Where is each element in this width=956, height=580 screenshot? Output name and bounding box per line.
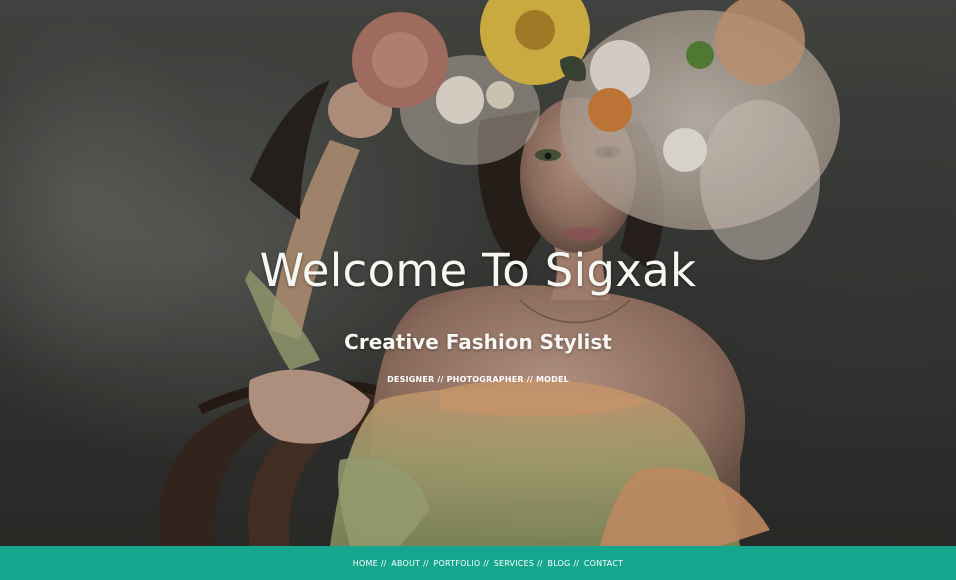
nav-separator: //	[423, 558, 429, 568]
nav-link-contact[interactable]: CONTACT	[584, 559, 623, 568]
nav-link-blog[interactable]: BLOG	[548, 559, 571, 568]
nav-item-services: SERVICES //	[494, 559, 548, 568]
nav-link-services[interactable]: SERVICES	[494, 559, 534, 568]
nav-item-portfolio: PORTFOLIO //	[434, 559, 494, 568]
hero-subtitle: Creative Fashion Stylist	[344, 330, 612, 354]
main-navigation: HOME // ABOUT // PORTFOLIO // SERVICES /…	[0, 546, 956, 580]
nav-link-portfolio[interactable]: PORTFOLIO	[434, 559, 481, 568]
nav-item-home: HOME //	[353, 559, 391, 568]
nav-link-home[interactable]: HOME	[353, 559, 378, 568]
nav-item-contact: CONTACT	[584, 559, 623, 568]
nav-separator: //	[483, 558, 489, 568]
nav-item-about: ABOUT //	[391, 559, 433, 568]
nav-separator: //	[380, 558, 387, 568]
nav-separator: //	[573, 558, 579, 568]
nav-item-blog: BLOG //	[548, 559, 584, 568]
nav-separator: //	[537, 558, 543, 568]
nav-list: HOME // ABOUT // PORTFOLIO // SERVICES /…	[353, 559, 623, 568]
hero-title: Welcome To Sigxak	[259, 244, 697, 297]
hero-tagline: DESIGNER // PHOTOGRAPHER // MODEL	[387, 375, 569, 384]
nav-link-about[interactable]: ABOUT	[391, 559, 420, 568]
hero-section: Welcome To Sigxak Creative Fashion Styli…	[0, 0, 956, 546]
